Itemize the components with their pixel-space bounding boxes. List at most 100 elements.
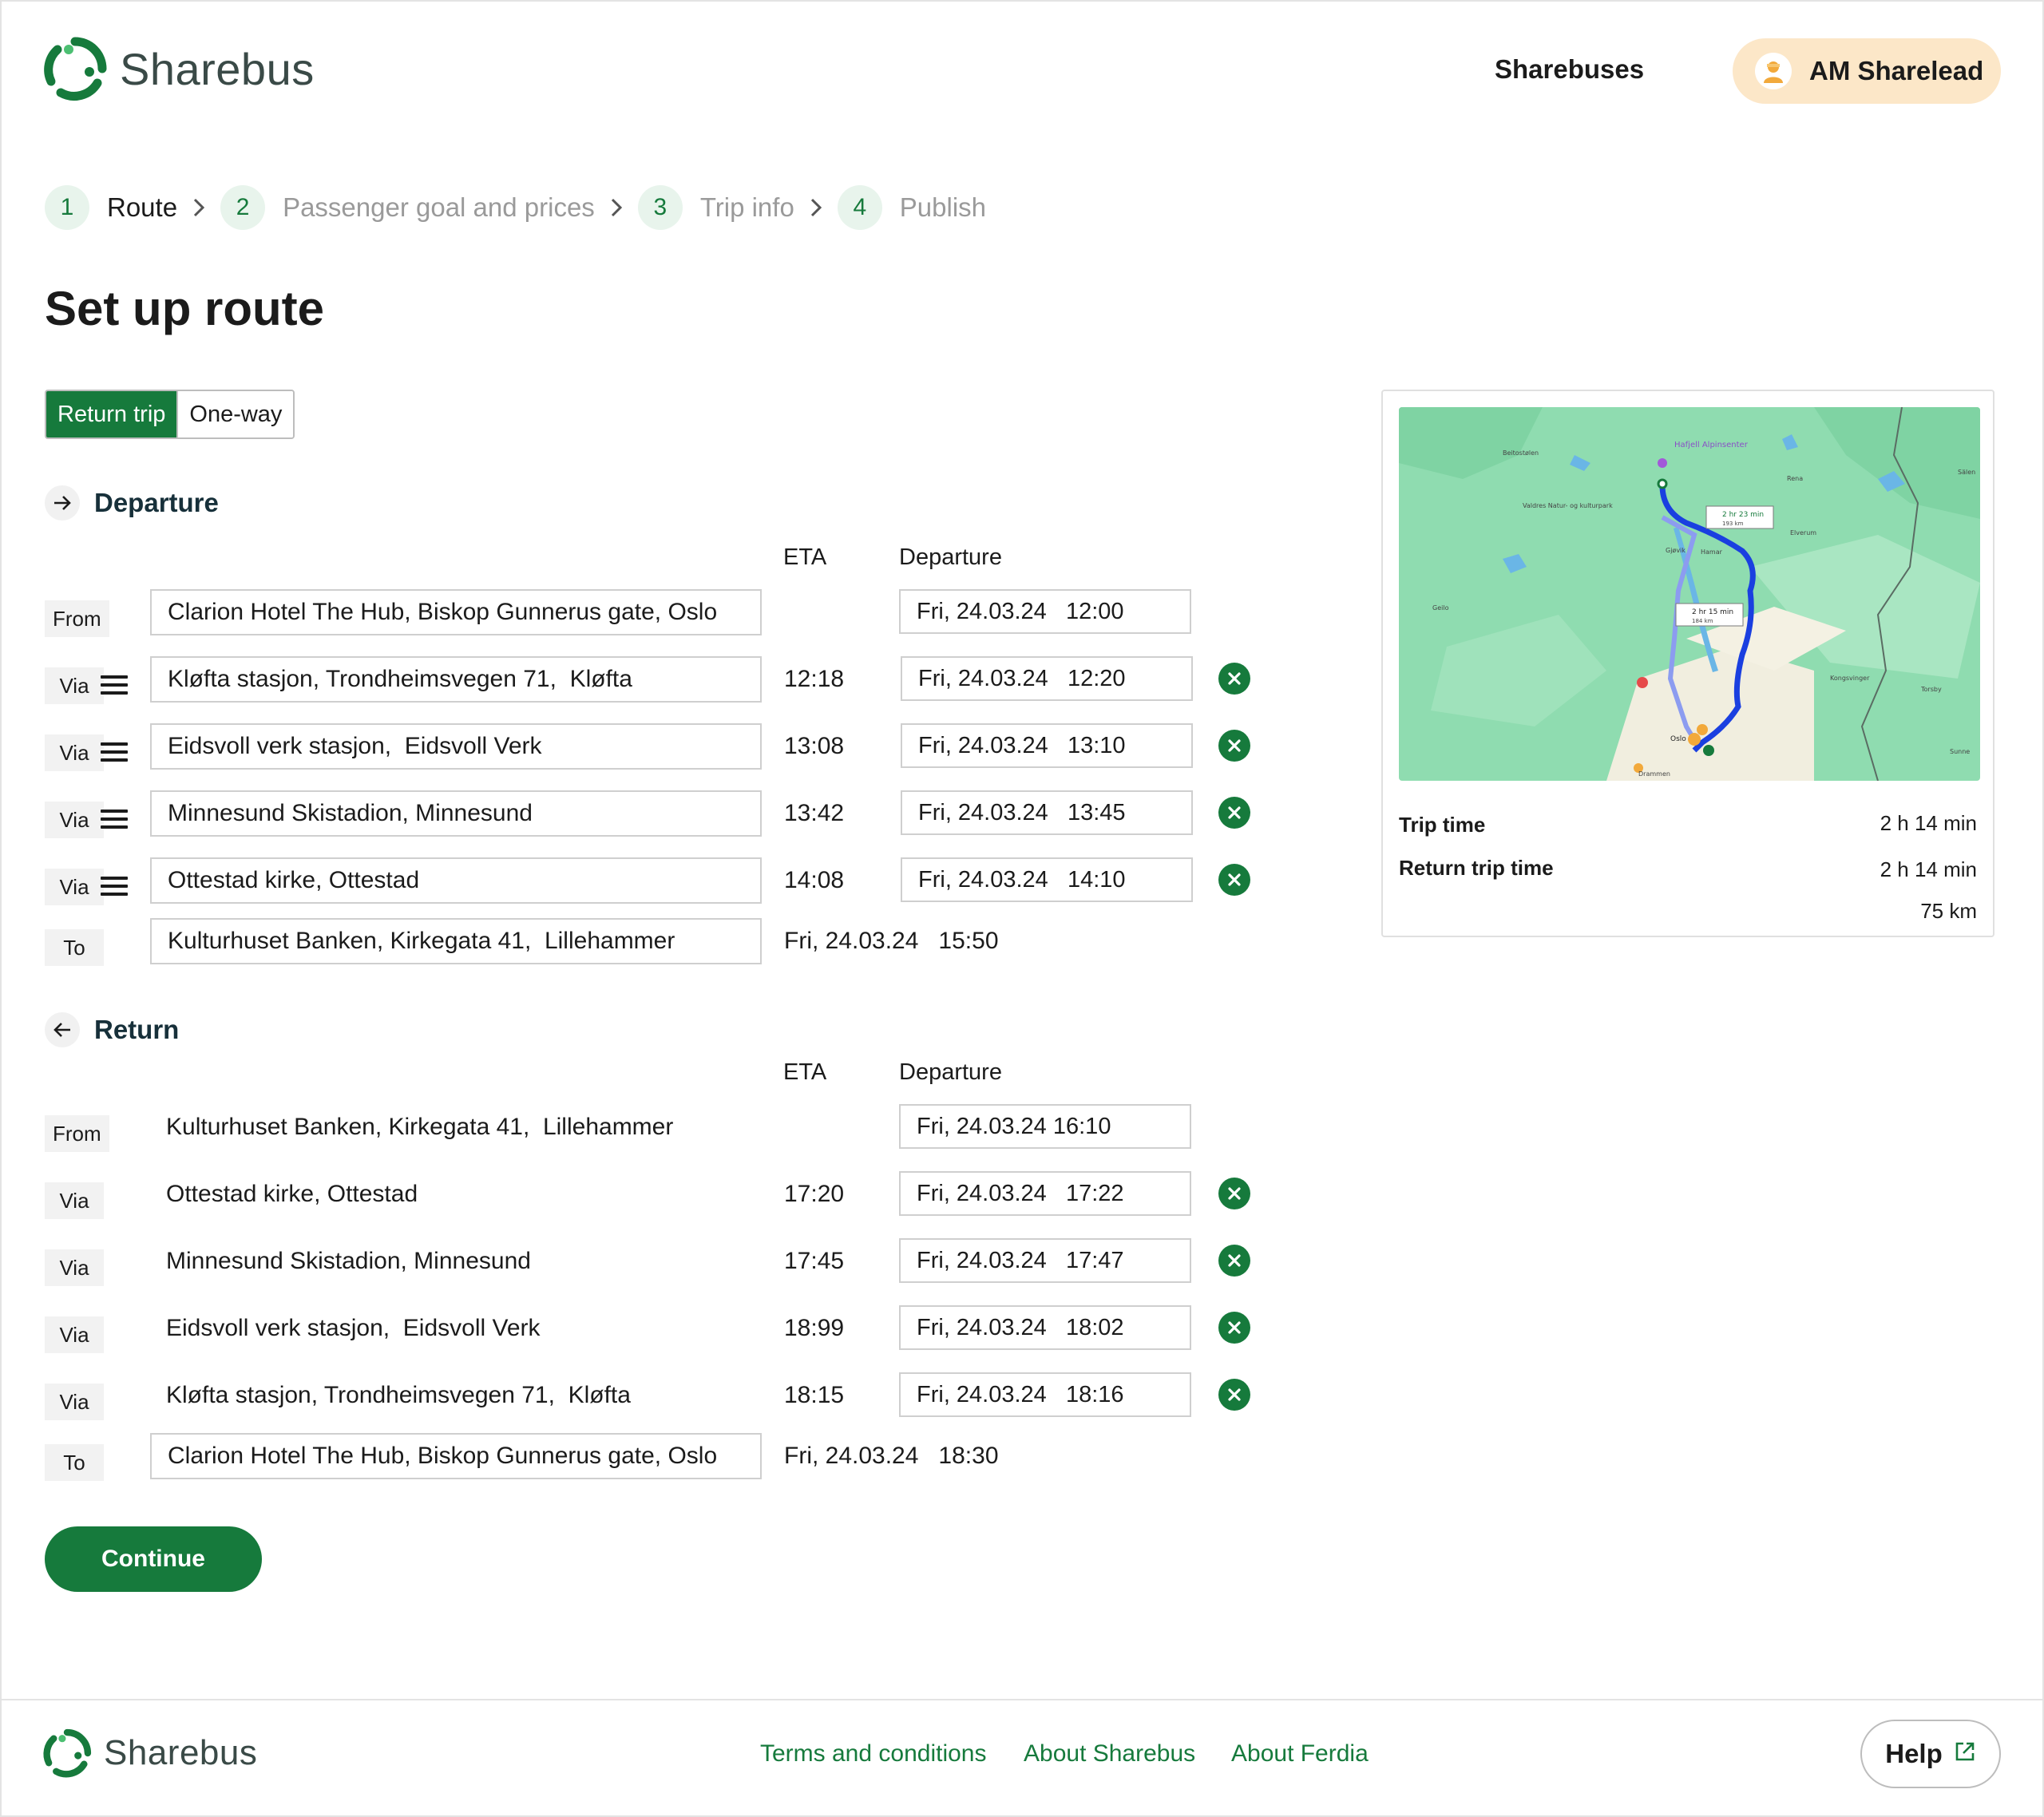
return-stop-row: Via Ottestad kirke, Ottestad 17:20 Fri, 24.… <box>45 1171 1274 1219</box>
stop-type-tag: To <box>45 929 104 966</box>
stop-location-input[interactable]: Clarion Hotel The Hub, Biskop Gunnerus g… <box>150 1433 762 1479</box>
map-label-kongsvinger: Kongsvinger <box>1830 675 1870 682</box>
departure-time-input[interactable]: Fri, 24.03.24 18:02 <box>899 1305 1191 1350</box>
remove-stop-button[interactable] <box>1218 864 1250 896</box>
step-breadcrumb: 1 Route 2 Passenger goal and prices 3 Tr… <box>45 185 986 230</box>
departure-stop-row: Via Kløfta stasjon, Trondheimsvegen 71, K… <box>45 656 1274 704</box>
departure-time-input[interactable]: Fri, 24.03.24 13:45 <box>901 790 1193 835</box>
user-name: AM Sharelead <box>1809 56 1984 85</box>
page-title: Set up route <box>45 282 325 335</box>
step-label: Passenger goal and prices <box>283 192 595 222</box>
departure-time-input[interactable]: Fri, 24.03.24 17:47 <box>899 1238 1191 1283</box>
eta-header: ETA <box>783 544 827 570</box>
stop-type-tag: Via <box>45 802 104 838</box>
departure-time-input[interactable]: Fri, 24.03.24 16:10 <box>899 1104 1191 1149</box>
remove-stop-button[interactable] <box>1218 1312 1250 1344</box>
step-number: 4 <box>837 185 882 230</box>
stop-eta: 17:45 <box>784 1248 845 1274</box>
brand-name: Sharebus <box>120 43 315 94</box>
departure-time-input[interactable]: Fri, 24.03.24 12:20 <box>901 656 1193 701</box>
stop-location-input[interactable]: Ottestad kirke, Ottestad <box>150 857 762 904</box>
step-number: 3 <box>637 185 683 230</box>
about-sharebus-link[interactable]: About Sharebus <box>1024 1740 1195 1768</box>
return-time-value: 2 h 14 min <box>1880 857 1977 881</box>
map-label-salen: Sälen <box>1958 469 1975 476</box>
return-trip-option[interactable]: Return trip <box>46 391 177 437</box>
stop-location-input[interactable]: Kulturhuset Banken, Kirkegata 41, Lilleh… <box>150 1104 762 1150</box>
departure-header: Departure <box>899 1059 1002 1085</box>
step-number: 2 <box>220 185 266 230</box>
remove-stop-button[interactable] <box>1218 730 1250 762</box>
step-number: 1 <box>45 185 89 230</box>
stop-location-input[interactable]: Minnesund Skistadion, Minnesund <box>150 790 762 837</box>
departure-time-input[interactable]: Fri, 24.03.24 18:16 <box>899 1372 1191 1417</box>
departure-time-input[interactable]: Fri, 24.03.24 17:22 <box>899 1171 1191 1216</box>
one-way-option[interactable]: One-way <box>176 391 294 437</box>
route-map[interactable]: Hafjell Alpinsenter Beitostølen Valdres … <box>1399 407 1980 781</box>
stop-location-input[interactable]: Eidsvoll verk stasjon, Eidsvoll Verk <box>150 723 762 770</box>
user-menu-button[interactable]: AM Sharelead <box>1733 38 2001 104</box>
close-icon <box>1228 873 1241 886</box>
drag-handle-icon[interactable] <box>101 742 128 766</box>
step-route[interactable]: 1 Route <box>45 185 177 230</box>
stop-location-input[interactable]: Eidsvoll verk stasjon, Eidsvoll Verk <box>150 1305 762 1352</box>
map-label-sunne: Sunne <box>1950 748 1970 755</box>
stop-location-input[interactable]: Ottestad kirke, Ottestad <box>150 1171 762 1217</box>
remove-stop-button[interactable] <box>1218 1379 1250 1411</box>
step-label: Publish <box>899 192 987 222</box>
external-link-icon <box>1954 1739 1976 1769</box>
step-passenger-goal[interactable]: 2 Passenger goal and prices <box>220 185 595 230</box>
stop-type-tag: Via <box>45 1182 104 1219</box>
footer-brand-name: Sharebus <box>104 1733 258 1772</box>
sharebus-logo-icon <box>44 37 107 101</box>
map-label-hamar: Hamar <box>1701 548 1723 556</box>
drag-handle-icon[interactable] <box>101 877 128 901</box>
step-label: Route <box>107 192 178 222</box>
departure-time-input[interactable]: Fri, 24.03.24 12:00 <box>899 589 1191 634</box>
stop-eta: 17:20 <box>784 1181 845 1207</box>
departure-time-input[interactable]: Fri, 24.03.24 14:10 <box>901 857 1193 902</box>
user-avatar-icon <box>1755 53 1792 89</box>
return-stop-row: From Kulturhuset Banken, Kirkegata 41, Li… <box>45 1104 1274 1152</box>
remove-stop-button[interactable] <box>1218 1178 1250 1209</box>
remove-stop-button[interactable] <box>1218 1245 1250 1277</box>
terms-link[interactable]: Terms and conditions <box>760 1740 986 1768</box>
close-icon <box>1228 1388 1241 1401</box>
stop-eta: 13:42 <box>784 800 845 826</box>
about-ferdia-link[interactable]: About Ferdia <box>1231 1740 1369 1768</box>
remove-stop-button[interactable] <box>1218 663 1250 695</box>
help-button[interactable]: Help <box>1860 1720 2001 1788</box>
departure-header: Departure <box>899 544 1002 570</box>
continue-button[interactable]: Continue <box>45 1526 262 1592</box>
help-label: Help <box>1885 1739 1943 1768</box>
drag-handle-icon[interactable] <box>101 675 128 699</box>
return-time-label: Return trip time <box>1399 856 1554 880</box>
eta-header: ETA <box>783 1059 827 1085</box>
stop-location-input[interactable]: Minnesund Skistadion, Minnesund <box>150 1238 762 1285</box>
footer-logo[interactable]: Sharebus <box>42 1728 257 1779</box>
stop-location-input[interactable]: Kløfta stasjon, Trondheimsvegen 71, Kløf… <box>150 1372 762 1419</box>
return-stop-row: Via Eidsvoll verk stasjon, Eidsvoll Verk 1… <box>45 1305 1274 1353</box>
departure-stop-row: Via Minnesund Skistadion, Minnesund 13:42 F… <box>45 790 1274 838</box>
footer-divider <box>0 1699 2044 1700</box>
drag-handle-icon[interactable] <box>101 810 128 833</box>
return-stop-row: To Clarion Hotel The Hub, Biskop Gunnerus… <box>45 1433 1274 1481</box>
step-trip-info[interactable]: 3 Trip info <box>637 185 794 230</box>
stop-location-input[interactable]: Kulturhuset Banken, Kirkegata 41, Lilleh… <box>150 918 762 964</box>
remove-stop-button[interactable] <box>1218 797 1250 829</box>
chevron-right-icon <box>180 196 217 219</box>
map-label-geilo: Geilo <box>1432 604 1449 612</box>
stop-eta: Fri, 24.03.24 18:30 <box>784 1443 999 1469</box>
nav-sharebuses-link[interactable]: Sharebuses <box>1495 54 1644 85</box>
stop-location-input[interactable]: Clarion Hotel The Hub, Biskop Gunnerus g… <box>150 589 762 635</box>
map-label-drammen: Drammen <box>1638 770 1670 778</box>
stop-type-tag: From <box>45 1115 109 1152</box>
return-section-title: Return <box>45 1012 179 1047</box>
sharebus-logo[interactable]: Sharebus <box>42 35 315 102</box>
stop-location-input[interactable]: Kløfta stasjon, Trondheimsvegen 71, Kløf… <box>150 656 762 703</box>
trip-time-value: 2 h 14 min <box>1880 811 1977 835</box>
departure-time-input[interactable]: Fri, 24.03.24 13:10 <box>901 723 1193 768</box>
route-summary-card: Hafjell Alpinsenter Beitostølen Valdres … <box>1381 390 1994 937</box>
step-publish[interactable]: 4 Publish <box>837 185 987 230</box>
departure-stop-row: From Clarion Hotel The Hub, Biskop Gunner… <box>45 589 1274 637</box>
